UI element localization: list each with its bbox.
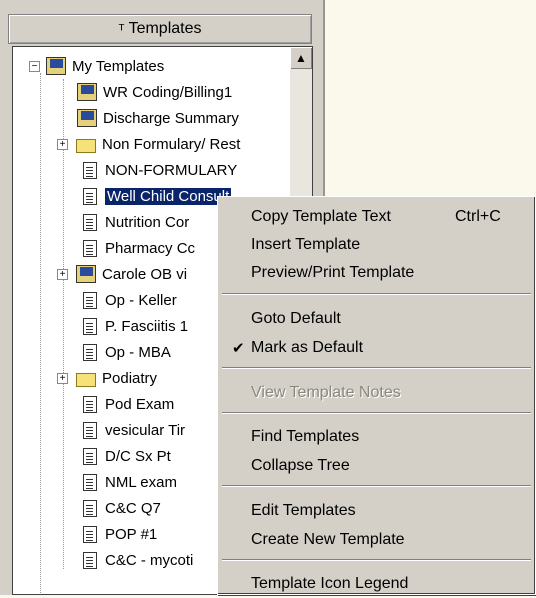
menu-item-copy-template-text[interactable]: Copy Template Text Ctrl+C [218,203,535,231]
document-icon [83,551,97,569]
menu-item-label: Template Icon Legend [251,575,409,592]
tree-item[interactable]: P. Fasciitis 1 [81,313,188,339]
template-icon [77,83,97,101]
document-icon [83,317,97,335]
menu-item-label: Create New Template [251,531,405,548]
menu-item-insert-template[interactable]: Insert Template [218,231,535,259]
document-icon [83,239,97,257]
menu-item-label: View Template Notes [251,384,401,401]
context-menu: Copy Template Text Ctrl+C Insert Templat… [217,196,536,595]
tree-item-label: vesicular Tir [105,421,186,439]
template-icon [77,109,97,127]
menu-separator [222,412,531,414]
menu-item-label: Collapse Tree [251,457,350,474]
tree-item-label: POP #1 [105,525,158,543]
menu-separator [222,485,531,487]
menu-item-label: Insert Template [251,236,361,253]
document-icon [83,161,97,179]
menu-item-label: Find Templates [251,428,360,445]
document-icon [83,447,97,465]
menu-item-shortcut: Ctrl+C [455,208,501,225]
menu-item-collapse-tree[interactable]: Collapse Tree [218,452,535,480]
tree-item-label: Well Child Consult [105,187,232,205]
tree-item[interactable]: NML exam [81,469,177,495]
tree-item[interactable]: vesicular Tir [81,417,185,443]
menu-separator [222,367,531,369]
tree-item-label: Carole OB vi [102,265,188,283]
tree-item[interactable]: NON-FORMULARY [81,157,237,183]
collapse-toggle-icon[interactable]: − [29,60,40,72]
document-icon [83,421,97,439]
filter-icon: ᵀ [118,21,125,37]
templates-header-button[interactable]: ᵀ Templates [8,14,312,44]
document-icon [83,499,97,517]
document-icon [83,213,97,231]
menu-item-label: Copy Template Text [251,208,391,225]
template-icon [76,265,96,283]
document-icon [83,395,97,413]
menu-item-label: Edit Templates [251,502,356,519]
menu-item-label: Preview/Print Template [251,264,415,281]
tree-item-label: Discharge Summary [103,109,239,127]
menu-item-edit-templates[interactable]: Edit Templates [218,497,535,525]
menu-item-template-icon-legend[interactable]: Template Icon Legend [218,570,535,598]
tree-item[interactable]: POP #1 [81,521,157,547]
menu-item-goto-default[interactable]: Goto Default [218,305,535,333]
tree-item[interactable]: D/C Sx Pt [81,443,171,469]
tree-item-folder[interactable]: + Non Formulary/ Rest [57,131,240,157]
tree-item-label: Op - MBA [105,343,171,361]
menu-item-create-new-template[interactable]: Create New Template [218,526,535,554]
document-icon [83,343,97,361]
tree-item[interactable]: C&C Q7 [81,495,161,521]
tree-item-label: C&C - mycoti [105,551,194,569]
templates-header-label: Templates [128,20,202,37]
tree-item-label: P. Fasciitis 1 [105,317,189,335]
checkmark-icon: ✔ [232,340,245,357]
menu-separator [222,559,531,561]
document-icon [83,473,97,491]
tree-item-label: NON-FORMULARY [105,161,238,179]
menu-item-label: Goto Default [251,310,341,327]
tree-item-folder[interactable]: + Podiatry [57,365,157,391]
expand-toggle-icon[interactable]: + [57,138,68,150]
document-icon [83,187,97,205]
tree-root-my-templates[interactable]: − My Templates [29,53,164,79]
tree-item-label: Non Formulary/ Rest [102,135,241,153]
tree-item-label: Nutrition Cor [105,213,190,231]
menu-item-mark-as-default[interactable]: ✔ Mark as Default [218,334,535,362]
tree-item-label: Pharmacy Cc [105,239,196,257]
tree-item[interactable]: Nutrition Cor [81,209,189,235]
tree-item-label: NML exam [105,473,177,491]
folder-icon [76,372,96,387]
document-icon [83,525,97,543]
tree-item[interactable]: Pod Exam [81,391,174,417]
tree-item[interactable]: Op - Keller [81,287,177,313]
document-icon [83,291,97,309]
menu-item-find-templates[interactable]: Find Templates [218,423,535,451]
tree-item[interactable]: C&C - mycoti [81,547,193,573]
tree-item[interactable]: Pharmacy Cc [81,235,195,261]
tree-item[interactable]: Op - MBA [81,339,171,365]
menu-item-view-template-notes: View Template Notes [218,379,535,407]
expand-toggle-icon[interactable]: + [57,372,68,384]
tree-item-folder[interactable]: + Carole OB vi [57,261,187,287]
tree-item[interactable]: Discharge Summary [77,105,239,131]
tree-item-label: My Templates [72,57,165,75]
tree-connector-line [40,73,42,593]
menu-item-preview-print-template[interactable]: Preview/Print Template [218,259,535,287]
tree-item-label: D/C Sx Pt [105,447,171,465]
tree-item-label: Pod Exam [105,395,175,413]
menu-separator [222,293,531,295]
tree-item-label: Op - Keller [105,291,177,309]
scroll-up-arrow-icon[interactable]: ▲ [290,47,312,69]
tree-item[interactable]: WR Coding/Billing1 [77,79,232,105]
tree-item-label: WR Coding/Billing1 [103,83,233,101]
expand-toggle-icon[interactable]: + [57,268,68,280]
folder-icon [76,138,96,153]
menu-item-label: Mark as Default [251,339,364,356]
tree-item-label: Podiatry [102,369,158,387]
my-templates-icon [46,57,66,75]
tree-item-selected[interactable]: Well Child Consult [81,183,232,209]
tree-item-label: C&C Q7 [105,499,161,517]
